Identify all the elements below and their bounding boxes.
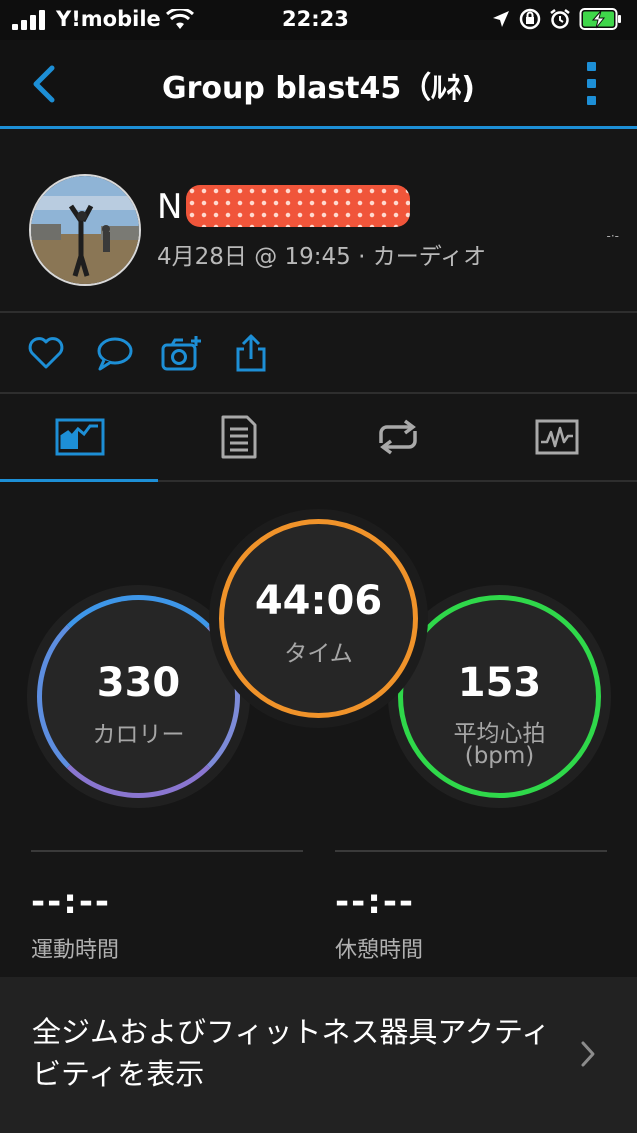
- avatar[interactable]: [29, 174, 141, 286]
- activity-owner-header: N 4月28日 @ 19:45 · カーディオ -·-: [0, 129, 637, 313]
- location-icon: [493, 11, 509, 27]
- activity-title: Group blast45（ﾙﾈ): [162, 71, 475, 106]
- alarm-icon: [550, 9, 570, 29]
- tab-details[interactable]: [159, 394, 318, 480]
- gym-link-label: 全ジムおよびフィットネス器具アクティビティを表示: [32, 1015, 551, 1091]
- share-icon[interactable]: [231, 333, 271, 373]
- tab-laps[interactable]: [318, 394, 477, 480]
- calories-bubble: 330 カロリー: [37, 595, 240, 798]
- top-nav-bar: Group blast45（ﾙﾈ): [0, 40, 637, 129]
- time-bubble: 44:06 タイム: [219, 519, 418, 718]
- laps-tab-icon: [378, 419, 417, 455]
- stats-tab-icon: [55, 418, 104, 456]
- exercise-time-value: --:--: [31, 882, 112, 922]
- carrier-label: Y!mobile: [56, 7, 161, 31]
- exercise-time-label: 運動時間: [31, 938, 120, 963]
- user-name[interactable]: N: [157, 187, 182, 227]
- tab-charts[interactable]: [477, 394, 636, 480]
- heart-rate-unit: (bpm): [464, 743, 535, 769]
- heart-icon[interactable]: [26, 333, 66, 373]
- add-photo-icon[interactable]: [160, 333, 204, 373]
- activity-tabs: [0, 394, 637, 482]
- signal-icon: [12, 10, 45, 30]
- details-tab-icon: [221, 415, 256, 459]
- redaction-mark: [186, 185, 410, 227]
- clock-time: 22:23: [282, 7, 349, 31]
- stats-panel: 330 カロリー 153 平均心拍 (bpm) 44:06 タイム --:-- …: [0, 482, 637, 977]
- status-icons: [491, 6, 623, 32]
- status-bar: Y!mobile 22:23: [0, 0, 637, 40]
- chart-tab-icon: [535, 419, 578, 455]
- rest-time-label: 休憩時間: [335, 938, 424, 963]
- tab-stats[interactable]: [0, 394, 159, 480]
- rest-time-value: --:--: [335, 882, 416, 922]
- rotation-lock-icon: [519, 8, 541, 30]
- activity-date-type: 4月28日 @ 19:45 · カーディオ: [157, 244, 487, 270]
- view-gym-activities-link[interactable]: 全ジムおよびフィットネス器具アクティビティを表示: [0, 977, 637, 1133]
- comment-icon[interactable]: [95, 333, 135, 373]
- more-options-button[interactable]: [585, 60, 599, 108]
- chevron-right-icon: [581, 1041, 595, 1067]
- back-button[interactable]: [26, 62, 66, 106]
- calories-value: 330: [96, 660, 181, 706]
- time-label: タイム: [284, 641, 353, 667]
- time-value: 44:06: [254, 578, 383, 624]
- divider: [31, 850, 303, 852]
- social-actions: [0, 313, 637, 394]
- calories-label: カロリー: [92, 722, 185, 748]
- heart-rate-bubble: 153 平均心拍 (bpm): [398, 595, 601, 798]
- battery-charging-icon: [579, 8, 621, 30]
- heart-rate-value: 153: [457, 660, 542, 706]
- divider: [335, 850, 607, 852]
- wifi-icon: [166, 9, 194, 29]
- side-mark: -·-: [606, 229, 619, 243]
